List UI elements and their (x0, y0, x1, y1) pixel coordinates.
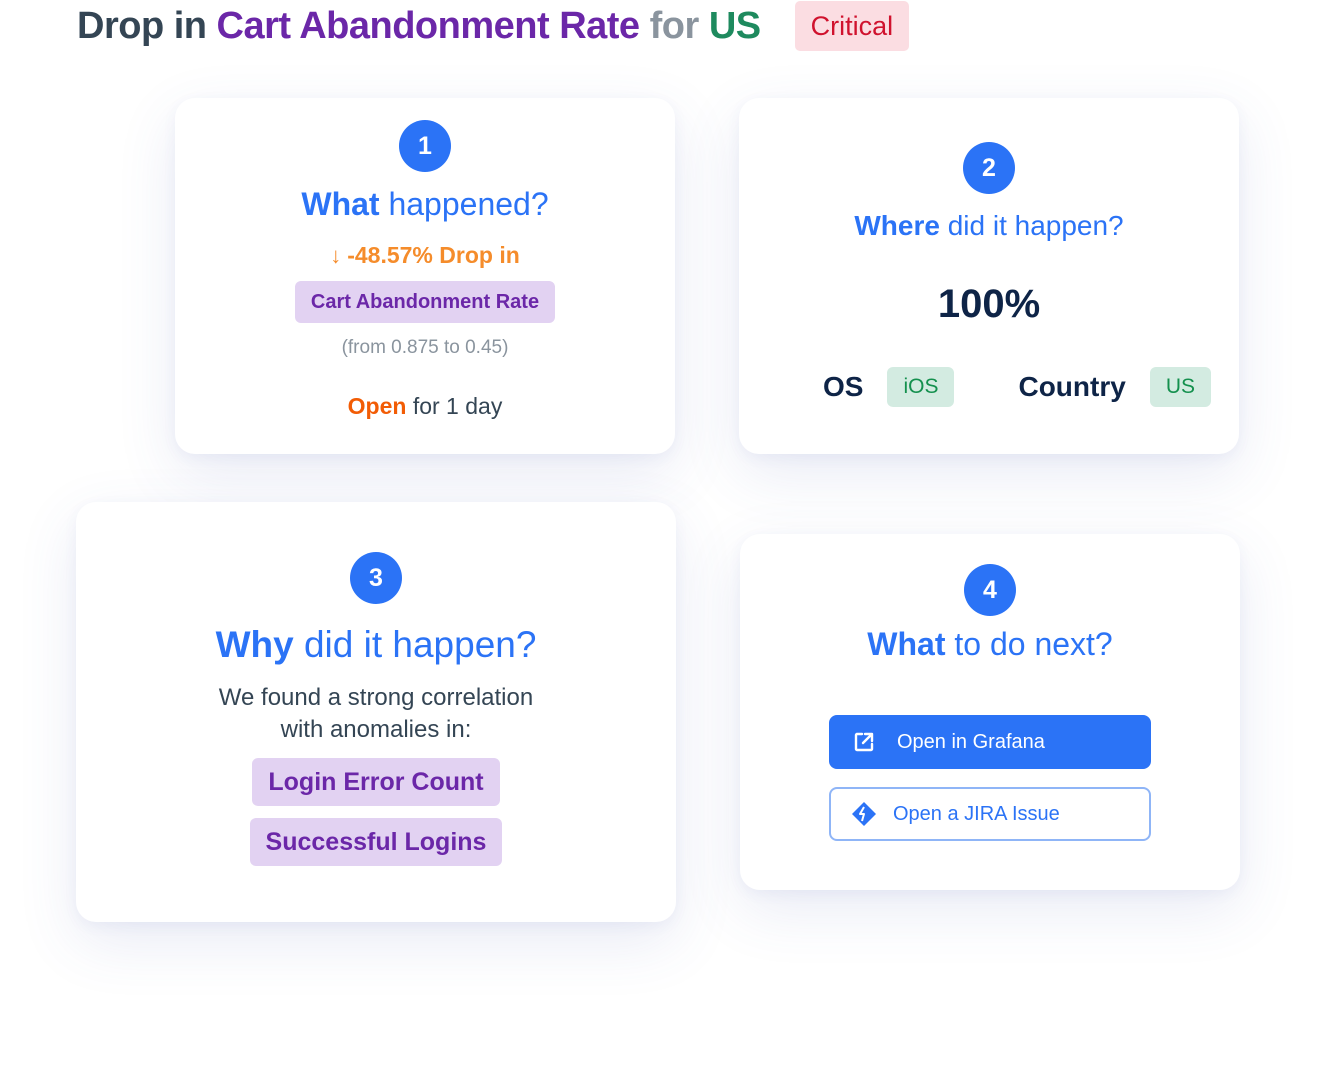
change-text: -48.57% Drop in (347, 242, 520, 268)
change-summary: ↓ -48.57% Drop in (330, 242, 520, 269)
dimension-list: OS iOS Country US (739, 367, 1239, 407)
metric-tag[interactable]: Cart Abandonment Rate (294, 281, 556, 323)
description-line: with anomalies in: (280, 716, 472, 743)
status-line: Open for 1 day (348, 393, 503, 420)
open-jira-issue-button[interactable]: Open a JIRA Issue (829, 787, 1151, 841)
heading-bold: Why (215, 624, 294, 665)
heading-bold: What (867, 626, 946, 662)
dimension-label: OS (823, 371, 864, 402)
open-in-grafana-button[interactable]: Open in Grafana (829, 715, 1151, 769)
dimension-value-tag[interactable]: iOS (887, 367, 955, 407)
title-prefix: Drop in (77, 5, 207, 47)
correlation-description: We found a strong correlation with anoma… (219, 682, 533, 746)
description-line: We found a strong correlation (218, 684, 534, 711)
status-label: Open (347, 393, 407, 419)
heading-rest: did it happen? (947, 210, 1124, 241)
button-label: Open in Grafana (897, 730, 1045, 753)
what-happened-card: 1 What happened? ↓ -48.57% Drop in Cart … (175, 98, 675, 454)
card-heading: Why did it happen? (216, 622, 537, 668)
correlated-metric-tag[interactable]: Login Error Count (252, 758, 500, 806)
severity-badge: Critical (794, 1, 910, 51)
incident-header: Drop in Cart Abandonment Rate for US Cri… (77, 1, 910, 51)
card-heading: What to do next? (867, 624, 1112, 664)
heading-rest: did it happen? (303, 624, 537, 665)
status-duration: for 1 day (412, 393, 503, 419)
card-heading: Where did it happen? (854, 208, 1123, 244)
external-link-icon (851, 729, 877, 755)
heading-bold: Where (854, 210, 940, 241)
button-label: Open a JIRA Issue (893, 802, 1060, 825)
heading-bold: What (301, 186, 380, 222)
heading-rest: happened? (388, 186, 549, 222)
dimension-value-tag[interactable]: US (1149, 367, 1211, 407)
step-badge: 4 (964, 564, 1016, 616)
arrow-down-icon: ↓ (330, 242, 342, 268)
jira-icon (851, 801, 877, 827)
dimension-label: Country (1018, 371, 1126, 402)
step-badge: 2 (963, 142, 1015, 194)
value-range: (from 0.875 to 0.45) (341, 337, 509, 358)
title-for: for (649, 5, 700, 47)
title-segment: US (708, 5, 761, 47)
impact-percentage: 100% (937, 282, 1041, 326)
step-badge: 1 (399, 120, 451, 172)
incident-title: Drop in Cart Abandonment Rate for US (77, 2, 761, 50)
why-happened-card: 3 Why did it happen? We found a strong c… (76, 502, 676, 922)
heading-rest: to do next? (954, 626, 1113, 662)
incident-summary-page: Drop in Cart Abandonment Rate for US Cri… (0, 0, 1320, 1074)
step-badge: 3 (350, 552, 402, 604)
card-heading: What happened? (301, 184, 548, 224)
title-metric: Cart Abandonment Rate (216, 5, 641, 47)
correlated-metric-tag[interactable]: Successful Logins (249, 818, 503, 866)
where-happened-card: 2 Where did it happen? 100% OS iOS Count… (739, 98, 1239, 454)
next-steps-card: 4 What to do next? Open in Grafana Open … (740, 534, 1240, 890)
